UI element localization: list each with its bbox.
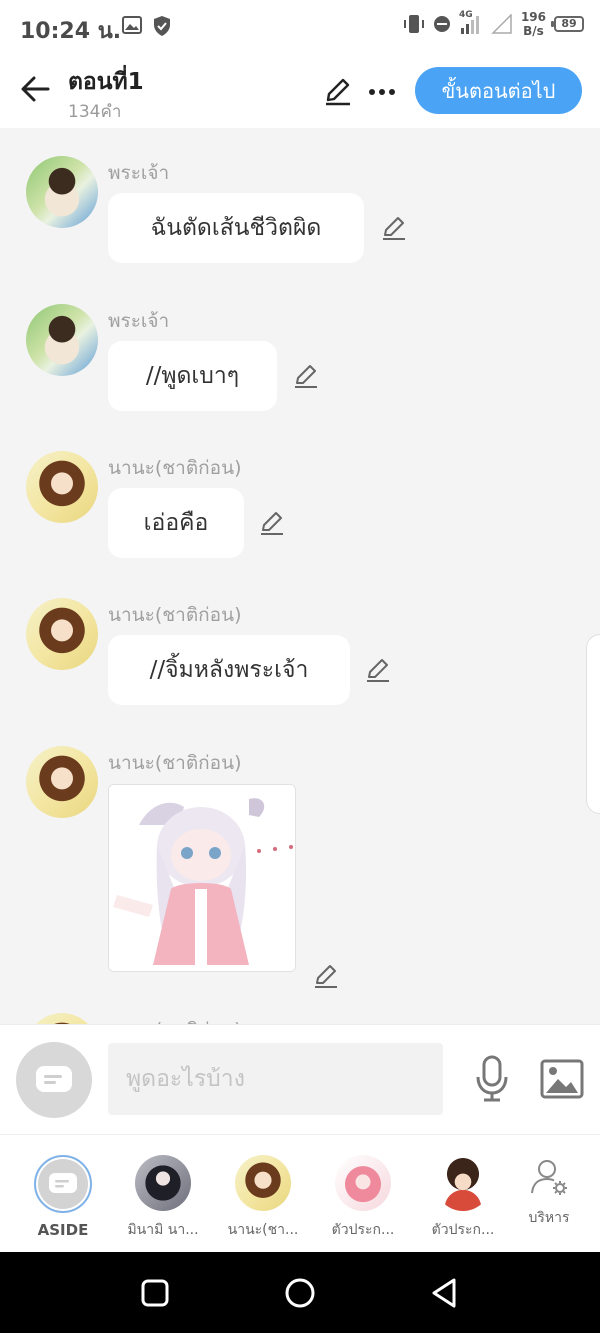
sender-name: พระเจ้า	[108, 310, 170, 332]
anime-girl-image	[109, 785, 295, 971]
avatar[interactable]	[26, 156, 98, 228]
character-label: ตัวประก...	[331, 1222, 395, 1238]
vibrate-icon	[403, 15, 424, 33]
edit-pencil-icon[interactable]	[322, 76, 354, 108]
sender-name: นานะ(ชาติก่อน)	[108, 457, 242, 479]
avatar[interactable]	[26, 1013, 98, 1024]
home-icon[interactable]	[281, 1274, 319, 1312]
side-drawer-handle[interactable]	[586, 634, 600, 814]
message-bubble[interactable]: ฉันตัดเส้นชีวิตผิด	[108, 193, 364, 263]
status-left-icons	[122, 15, 172, 37]
avatar[interactable]	[26, 304, 98, 376]
chat-bubble-icon	[49, 1173, 77, 1193]
status-time: 10:24 น.	[20, 19, 122, 44]
manage-characters-button[interactable]: บริหาร	[499, 1157, 599, 1253]
word-count: 134คำ	[68, 102, 122, 122]
sender-name: นานะ(ชาติก่อน)	[108, 1015, 241, 1024]
more-options-icon[interactable]	[366, 76, 398, 108]
sender-name: นานะ(ชาติก่อน)	[108, 604, 242, 626]
character-label: ASIDE	[37, 1221, 89, 1239]
avatar[interactable]	[26, 451, 98, 523]
aside-toggle-button[interactable]	[16, 1042, 92, 1118]
message-input-bar	[0, 1024, 600, 1134]
message-image[interactable]	[108, 784, 296, 972]
avatar	[235, 1155, 291, 1211]
battery-indicator: 89	[551, 16, 584, 32]
character-extra-1[interactable]: ตัวประก...	[313, 1155, 413, 1241]
system-navigation-bar	[0, 1252, 600, 1333]
message-bubble[interactable]: //พูดเบาๆ	[108, 341, 277, 411]
image-upload-icon[interactable]	[540, 1059, 584, 1099]
manage-label: บริหาร	[528, 1210, 570, 1226]
character-nana[interactable]: นานะ(ชา...	[213, 1155, 313, 1241]
character-aside[interactable]: ASIDE	[13, 1155, 113, 1239]
next-step-button[interactable]: ขั้นตอนต่อไป	[415, 67, 582, 114]
character-label: นานะ(ชา...	[227, 1222, 299, 1238]
character-minami[interactable]: มินามิ นา...	[113, 1155, 213, 1241]
speed-unit: B/s	[523, 24, 544, 38]
gallery-icon	[122, 16, 142, 34]
shield-icon	[154, 16, 170, 36]
character-label: ตัวประก...	[431, 1222, 495, 1238]
network-speed: 196 B/s	[521, 10, 546, 38]
signal-icon: 4G	[459, 10, 483, 35]
page-title: ตอนที่1	[68, 69, 144, 95]
sender-name: พระเจ้า	[108, 162, 170, 184]
back-arrow-icon[interactable]	[18, 72, 52, 106]
avatar	[135, 1155, 191, 1211]
sender-name: นานะ(ชาติก่อน)	[108, 752, 242, 774]
microphone-icon[interactable]	[472, 1055, 512, 1103]
wifi-signal-icon	[491, 14, 512, 34]
user-settings-icon	[531, 1160, 567, 1195]
edit-message-icon[interactable]	[292, 362, 320, 390]
speed-value: 196	[520, 10, 546, 24]
edit-message-icon[interactable]	[258, 509, 286, 537]
aside-avatar	[34, 1155, 92, 1213]
recent-apps-icon[interactable]	[136, 1274, 174, 1312]
back-triangle-icon[interactable]	[426, 1274, 464, 1312]
do-not-disturb-icon	[433, 16, 450, 32]
edit-message-icon[interactable]	[380, 214, 408, 242]
message-bubble[interactable]: เอ่อคือ	[108, 488, 244, 558]
character-label: มินามิ นา...	[127, 1222, 199, 1238]
top-app-bar: ตอนที่1 134คำ ขั้นตอนต่อไป	[0, 56, 600, 128]
character-extra-2[interactable]: ตัวประก...	[413, 1155, 513, 1241]
message-input[interactable]	[108, 1043, 443, 1115]
edit-message-icon[interactable]	[312, 962, 340, 990]
message-list[interactable]: พระเจ้า ฉันตัดเส้นชีวิตผิด พระเจ้า //พูด…	[0, 128, 600, 1024]
status-bar: 10:24 น. 4G 196 B/s 89	[0, 0, 600, 56]
avatar[interactable]	[26, 746, 98, 818]
message-bubble[interactable]: //จิ้มหลังพระเจ้า	[108, 635, 350, 705]
avatar	[435, 1155, 491, 1211]
chat-bubble-icon	[36, 1066, 72, 1092]
status-right-icons: 4G 196 B/s 89	[403, 10, 584, 38]
character-selector: ASIDE มินามิ นา... นานะ(ชา... ตัวประก...…	[0, 1134, 600, 1252]
avatar	[335, 1155, 391, 1211]
edit-message-icon[interactable]	[364, 656, 392, 684]
app-screen: 10:24 น. 4G 196 B/s 89 ตอนที่1 134คำ ขั้…	[0, 0, 600, 1333]
avatar[interactable]	[26, 598, 98, 670]
